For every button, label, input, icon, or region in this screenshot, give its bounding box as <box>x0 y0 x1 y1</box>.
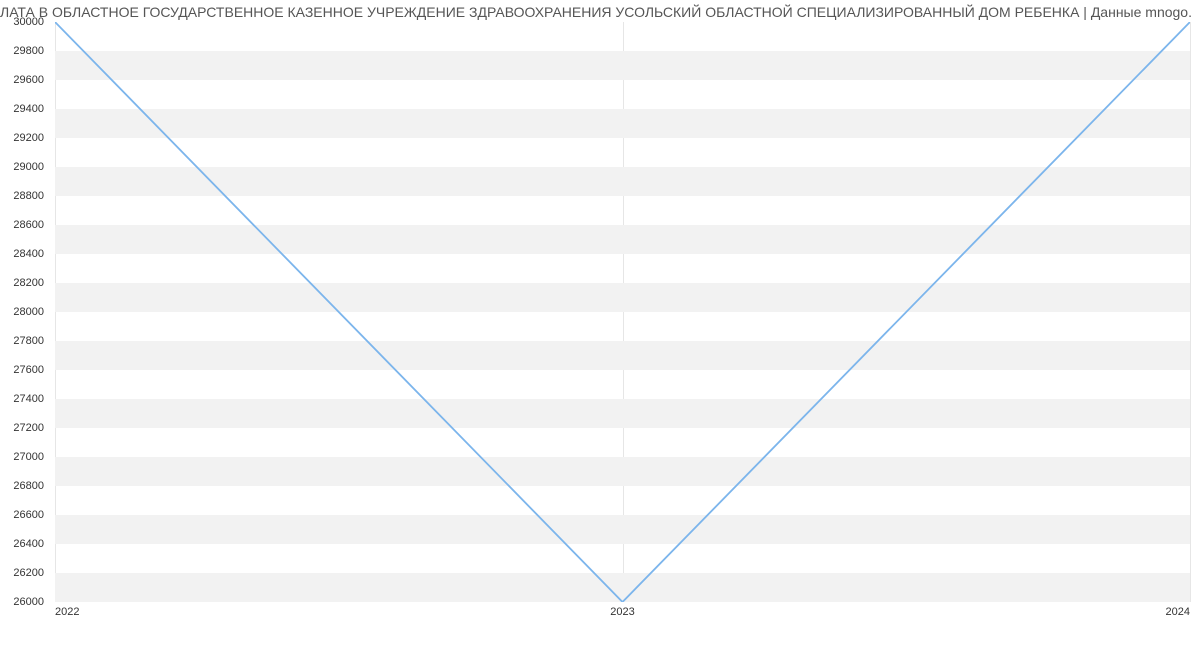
y-tick-label: 27400 <box>13 393 44 405</box>
y-tick-label: 28200 <box>13 277 44 289</box>
x-tick-label: 2024 <box>1166 606 1190 618</box>
y-tick-label: 29000 <box>13 161 44 173</box>
x-gridline <box>1190 22 1191 602</box>
chart-container: 26000 26200 26400 26600 26800 27000 27200 27400… <box>0 22 1200 642</box>
y-tick-label: 30000 <box>13 16 44 28</box>
y-axis: 2600026200264002660026800270002720027400… <box>0 22 50 602</box>
y-tick-label: 26400 <box>13 538 44 550</box>
x-tick-label: 2022 <box>55 606 79 618</box>
y-tick-label: 29400 <box>13 103 44 115</box>
x-axis: 2022 2023 2024 <box>55 602 1190 642</box>
y-tick-label: 27200 <box>13 422 44 434</box>
y-tick-label: 28000 <box>13 306 44 318</box>
y-tick-label: 28600 <box>13 219 44 231</box>
y-tick-label: 26200 <box>13 567 44 579</box>
plot-area[interactable] <box>55 22 1190 602</box>
y-tick-label: 27800 <box>13 335 44 347</box>
y-tick-label: 27000 <box>13 451 44 463</box>
chart-title: ЛАТА В ОБЛАСТНОЕ ГОСУДАРСТВЕННОЕ КАЗЕННО… <box>0 0 1200 22</box>
y-tick-label: 29200 <box>13 132 44 144</box>
y-tick-label: 29600 <box>13 74 44 86</box>
y-tick-label: 29800 <box>13 45 44 57</box>
y-tick-label: 26800 <box>13 480 44 492</box>
y-tick-label: 27600 <box>13 364 44 376</box>
x-tick-label: 2023 <box>610 606 634 618</box>
y-tick-label: 28400 <box>13 248 44 260</box>
y-tick-label: 26600 <box>13 509 44 521</box>
y-tick-label: 26000 <box>13 596 44 608</box>
y-tick-label: 28800 <box>13 190 44 202</box>
line-series <box>55 22 1190 602</box>
